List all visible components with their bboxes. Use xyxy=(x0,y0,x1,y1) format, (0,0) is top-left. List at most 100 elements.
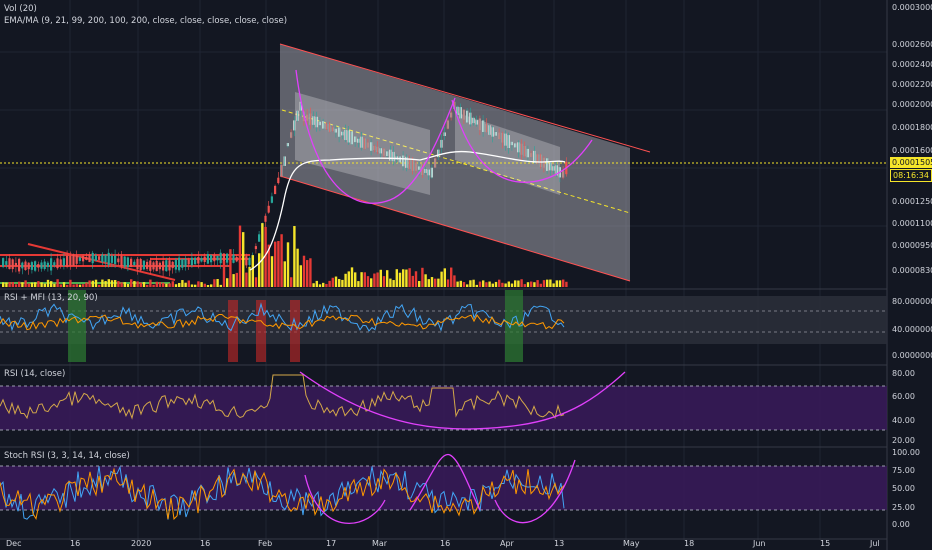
volume-bar xyxy=(507,281,510,287)
volume-bar xyxy=(53,283,56,287)
volume-bar xyxy=(178,282,181,287)
volume-bar xyxy=(184,282,187,287)
volume-bar xyxy=(331,277,334,287)
volume-bar xyxy=(395,269,398,287)
volume-bar xyxy=(325,283,328,287)
volume-bar xyxy=(232,274,235,287)
volume-bar xyxy=(280,234,283,287)
volume-bar xyxy=(216,279,219,287)
volume-bar xyxy=(27,283,30,287)
volume-bar xyxy=(558,280,562,287)
volume-bar xyxy=(286,242,290,287)
volume-bar xyxy=(421,267,424,287)
volume-bar xyxy=(338,279,341,287)
volume-bar xyxy=(459,280,462,287)
volume-bar xyxy=(8,282,11,287)
volume-bar xyxy=(82,284,85,287)
volume-bar xyxy=(309,258,312,287)
countdown-badge: 08:16:34 xyxy=(890,169,932,182)
rsi_mfi_ticks-tick: 0.0000000 xyxy=(892,351,932,360)
volume-bar xyxy=(491,283,494,287)
volume-bar xyxy=(475,284,478,287)
price_ticks-tick: 0.0002000 xyxy=(892,100,932,109)
volume-bar xyxy=(322,282,325,287)
volume-bar xyxy=(146,284,149,287)
rsi_ticks-tick: 20.00 xyxy=(892,436,915,445)
volume-bar xyxy=(318,284,322,287)
volume-bar xyxy=(254,277,258,287)
volume-bar xyxy=(482,280,485,287)
volume-bar xyxy=(136,281,139,287)
volume-bar xyxy=(347,271,350,287)
volume-bar xyxy=(450,267,453,287)
rsi_mfi_ticks-tick: 40.0000000 xyxy=(892,325,932,334)
volume-bar xyxy=(101,279,104,287)
volume-bar xyxy=(242,232,245,287)
volume-bar xyxy=(229,249,232,287)
volume-bar xyxy=(360,272,363,287)
volume-bar xyxy=(210,284,213,287)
volume-bar xyxy=(402,269,405,287)
volume-bar xyxy=(302,255,306,287)
x_ticks-tick: 13 xyxy=(554,539,565,548)
volume-bar xyxy=(30,282,34,287)
volume-bar xyxy=(283,261,286,287)
volume-bar xyxy=(312,283,315,287)
volume-bar xyxy=(443,268,446,287)
volume-bar xyxy=(174,284,178,287)
volume-bar xyxy=(504,283,507,287)
x_ticks-tick: 16 xyxy=(70,539,81,548)
volume-bar xyxy=(469,280,472,287)
rsi-band xyxy=(0,386,887,430)
volume-bar xyxy=(107,279,110,287)
stoch-label: Stoch RSI (3, 3, 14, 14, close) xyxy=(4,451,130,461)
volume-bar xyxy=(56,279,59,287)
volume-bar xyxy=(408,268,411,287)
price_ticks-tick: 0.0001600 xyxy=(892,146,932,155)
volume-bar xyxy=(562,279,565,287)
volume-bar xyxy=(530,281,533,287)
volume-bar xyxy=(414,271,418,287)
volume-bar xyxy=(258,253,261,287)
volume-bar xyxy=(126,283,130,287)
volume-bar xyxy=(117,281,120,287)
volume-bar xyxy=(453,275,456,287)
volume-bar xyxy=(46,279,50,287)
volume-bar xyxy=(213,279,216,287)
volume-bar xyxy=(66,284,69,287)
trading-chart[interactable] xyxy=(0,0,932,550)
volume-bar xyxy=(59,284,62,287)
volume-bar xyxy=(494,281,498,287)
volume-bar xyxy=(62,282,66,287)
volume-bar xyxy=(94,279,98,287)
volume-bar xyxy=(2,282,5,287)
volume-bar xyxy=(523,284,526,287)
rsi_mfi_ticks-tick: 80.0000000 xyxy=(892,297,932,306)
volume-bar xyxy=(517,280,520,287)
volume-bar xyxy=(546,279,549,287)
volume-bar xyxy=(85,282,88,287)
volume-bar xyxy=(514,280,517,287)
volume-bar xyxy=(354,272,357,287)
volume-bar xyxy=(168,283,171,287)
volume-bar xyxy=(418,281,421,287)
price_ticks-tick: 0.0002400 xyxy=(892,60,932,69)
stoch_ticks-tick: 75.00 xyxy=(892,466,915,475)
x_ticks-tick: May xyxy=(623,539,640,548)
volume-bar xyxy=(466,284,469,287)
volume-bar xyxy=(389,278,392,287)
volume-bar xyxy=(366,276,370,287)
ema-label: EMA/MA (9, 21, 99, 200, 100, 200, close,… xyxy=(4,16,288,26)
volume-bar xyxy=(14,284,18,287)
rsi_ticks-tick: 60.00 xyxy=(892,392,915,401)
volume-bar xyxy=(293,226,296,287)
volume-bar xyxy=(398,272,402,287)
volume-bar xyxy=(446,279,450,287)
volume-bar xyxy=(542,280,546,287)
volume-bar xyxy=(88,280,91,287)
volume-bar xyxy=(434,278,437,287)
stoch_ticks-tick: 25.00 xyxy=(892,503,915,512)
volume-bar xyxy=(75,284,78,287)
stoch_ticks-tick: 0.00 xyxy=(892,520,910,529)
volume-bar xyxy=(379,269,382,287)
